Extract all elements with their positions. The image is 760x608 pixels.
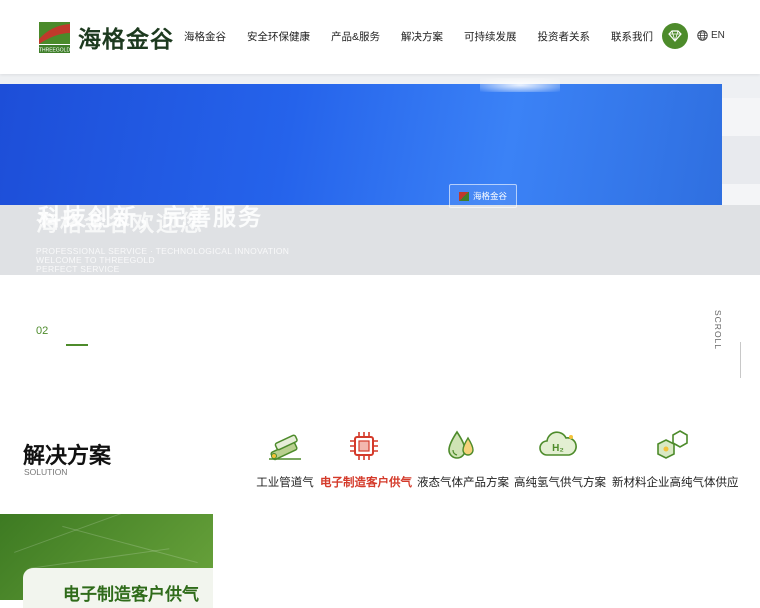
solution-tab-hydrogen[interactable]: H₂ 高纯氢气供气方案 (514, 428, 606, 490)
scroll-indicator-label[interactable]: SCROLL (713, 310, 723, 350)
banner-side-panel-2 (722, 136, 760, 184)
liquid-drops-icon (417, 428, 505, 464)
slide-progress-bar (66, 344, 88, 346)
solution-tab-label: 工业管道气 (256, 477, 314, 489)
globe-icon (697, 30, 708, 41)
circuit-line (30, 548, 170, 569)
nav-item-solutions[interactable]: 解决方案 (401, 29, 443, 44)
hero-image (0, 78, 722, 205)
language-switch[interactable]: EN (697, 30, 725, 41)
hero-subtitle-3: PERFECT SERVICE (36, 264, 120, 274)
circuit-line (62, 525, 198, 564)
logo[interactable]: THREEGOLD 海格金谷 (38, 20, 174, 54)
solution-card-title: 电子制造客户供气 (63, 585, 199, 604)
nav-item-products[interactable]: 产品&服务 (331, 29, 380, 44)
nav-item-about[interactable]: 海格金谷 (184, 29, 226, 44)
chip-icon (320, 428, 408, 464)
diamond-icon (668, 30, 682, 42)
section-title: 解决方案 (23, 443, 112, 468)
solution-tabs: 工业管道气 电子制造客户供气 液态气体产品方案 H₂ 高纯氢气供气方案 新材料企… (250, 428, 740, 498)
hero-banner: 科技创新，完善服务 海格金谷欢迎您 PROFESSIONAL SERVICE ·… (0, 74, 760, 275)
solution-tab-pipeline[interactable]: 工业管道气 (255, 428, 315, 490)
pipeline-icon (255, 428, 315, 464)
solution-tab-new-materials[interactable]: 新材料企业高纯气体供应 (612, 428, 739, 490)
mini-logo-icon (458, 191, 469, 201)
solution-tab-liquid[interactable]: 液态气体产品方案 (417, 428, 509, 490)
main-nav: 海格金谷 安全环保健康 产品&服务 解决方案 可持续发展 投资者关系 联系我们 (184, 29, 674, 44)
logo-tagline: THREEGOLD (39, 47, 71, 53)
solution-tab-label: 高纯氢气供气方案 (514, 477, 606, 489)
nav-item-hse[interactable]: 安全环保健康 (247, 29, 310, 44)
hero-title-secondary: 海格金谷欢迎您 (36, 211, 205, 236)
hero-badge-label: 海格金谷 (472, 191, 507, 201)
slide-counter: 02 (36, 325, 49, 337)
solution-detail-card[interactable]: 电子制造客户供气 (23, 568, 213, 608)
circuit-line (14, 514, 146, 553)
logo-mark-icon: THREEGOLD (38, 20, 71, 54)
svg-text:H₂: H₂ (552, 443, 564, 454)
h2-cloud-icon: H₂ (514, 428, 602, 464)
solution-tab-electronics[interactable]: 电子制造客户供气 (320, 428, 412, 490)
diamond-button[interactable] (662, 23, 688, 49)
solution-tab-label: 液态气体产品方案 (417, 477, 509, 489)
site-header: THREEGOLD 海格金谷 海格金谷 安全环保健康 产品&服务 解决方案 可持… (0, 0, 760, 74)
molecule-icon (612, 428, 732, 464)
scroll-indicator-line (740, 342, 741, 378)
nav-item-sustainability[interactable]: 可持续发展 (464, 29, 517, 44)
nav-item-investors[interactable]: 投资者关系 (538, 29, 591, 44)
hero-logo-badge: 海格金谷 (449, 184, 517, 208)
solution-tab-label: 电子制造客户供气 (320, 477, 412, 489)
language-label: EN (711, 30, 725, 41)
solution-tab-label: 新材料企业高纯气体供应 (612, 477, 739, 489)
cloud-highlight (480, 78, 560, 92)
brand-name: 海格金谷 (78, 26, 174, 52)
nav-item-contact[interactable]: 联系我们 (611, 29, 653, 44)
section-subtitle: SOLUTION (24, 467, 68, 477)
